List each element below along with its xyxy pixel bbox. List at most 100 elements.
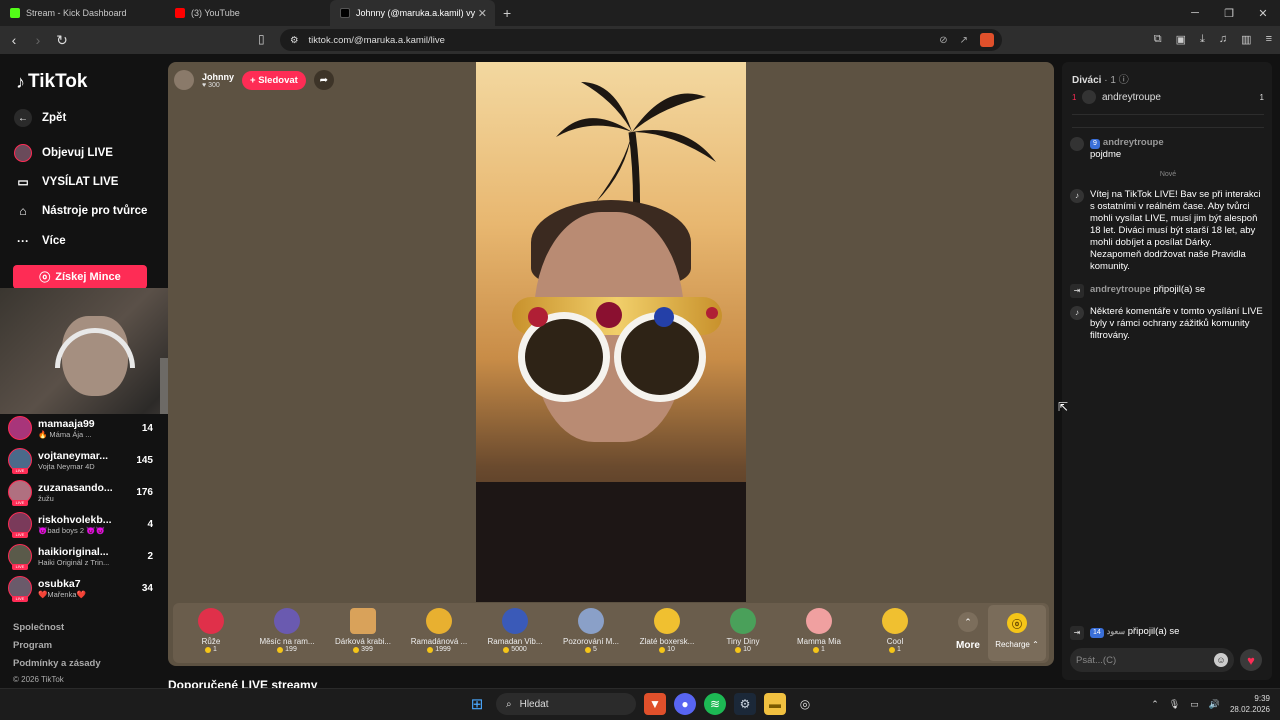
file-explorer-icon[interactable]: ▬ (764, 693, 786, 715)
join-text: připojil(a) se (1153, 284, 1206, 295)
window-close-button[interactable]: ✕ (1246, 0, 1280, 26)
footer-link-company[interactable]: Společnost (13, 622, 64, 633)
obs-icon[interactable]: ◎ (794, 693, 816, 715)
chat-input[interactable]: Psát...(C) ☺ (1070, 648, 1234, 672)
microphone-icon[interactable]: 🎙 (1169, 699, 1180, 710)
steam-icon[interactable]: ⚙ (734, 693, 756, 715)
extensions-icon[interactable]: ⧉ (1154, 33, 1162, 46)
following-sub: Vojta Neymar 4D (38, 461, 95, 471)
nav-discover-live[interactable]: Objevuj LIVE (14, 144, 113, 162)
live-stream-player[interactable]: Johnny ♥ 300 + Sledovat ➦ Růže 1 Měsíc na… (168, 62, 1054, 666)
gift-name: Ramadan Vib... (487, 637, 543, 646)
footer-link-terms[interactable]: Podmínky a zásady (13, 658, 101, 669)
clock[interactable]: 9:39 28.02.2026 (1230, 693, 1270, 715)
sidebar-toggle-icon[interactable]: ▥ (1241, 33, 1251, 46)
gift-item[interactable]: Ramadánová ... 1999 (401, 603, 477, 663)
top-viewer-row[interactable]: 1 andreytroupe 1 (1072, 90, 1264, 104)
share-arrow-icon[interactable]: ➦ (313, 70, 334, 90)
reload-icon[interactable]: ↻ (52, 32, 72, 49)
hand-gift-icon (806, 608, 832, 634)
new-tab-button[interactable]: + (503, 5, 511, 21)
like-heart-button[interactable]: ♥ (1240, 649, 1262, 671)
gift-price: 10 (743, 646, 751, 653)
footer-link-program[interactable]: Program (13, 640, 52, 651)
copyright: © 2026 TikTok (13, 675, 64, 684)
minimize-button[interactable]: ─ (1178, 0, 1212, 26)
get-coins-button[interactable]: ⓞ Získej Mince (13, 265, 147, 289)
nav-go-live[interactable]: ▭ VYSÍLAT LIVE (14, 173, 118, 191)
back-link[interactable]: ← Zpět (14, 109, 66, 127)
discord-icon[interactable]: ● (674, 693, 696, 715)
spotify-icon[interactable]: ≋ (704, 693, 726, 715)
gift-item[interactable]: Mamma Mia 1 (781, 603, 857, 663)
gift-item[interactable]: Měsíc na ram... 199 (249, 603, 325, 663)
media-off-icon[interactable]: ⊘ (939, 35, 947, 46)
forward-arrow-icon[interactable]: › (28, 32, 48, 48)
gem (596, 302, 622, 328)
gift-item[interactable]: Ramadan Vib... 5000 (477, 603, 553, 663)
live-badge: LIVE (12, 596, 28, 602)
browser-tab-tiktok[interactable]: Johnny (@maruka.a.kamil) vy ✕ (330, 0, 495, 26)
lantern-gift-icon (426, 608, 452, 634)
tiktok-note-icon: ♪ (1070, 306, 1084, 320)
windows-start-icon[interactable]: ⊞ (466, 693, 488, 715)
following-item[interactable]: mamaaja99 🔥 Máma Ája ... 14 (8, 416, 153, 440)
restore-button[interactable]: ❐ (1212, 0, 1246, 26)
browser-tab-kick[interactable]: Stream - Kick Dashboard (0, 0, 165, 26)
chevron-up-icon[interactable]: ⌃ (1151, 699, 1159, 710)
tiktok-favicon-icon (340, 8, 350, 18)
taskbar-search[interactable]: ⌕ Hledat (496, 693, 636, 715)
system-tray: ⌃ 🎙 ▭ 🔊 9:39 28.02.2026 (1151, 693, 1270, 715)
following-item[interactable]: LIVE riskohvolekb... 😈bad boys 2 😈😈 4 (8, 512, 153, 538)
download-icon[interactable]: ⤓ (1200, 33, 1205, 46)
chat-username[interactable]: andreytroupe (1103, 137, 1164, 148)
stream-video[interactable] (476, 62, 746, 602)
gift-name: Zlaté boxersk... (639, 637, 695, 646)
brave-shield-icon[interactable] (980, 33, 994, 47)
gift-item[interactable]: Tiny Diny 10 (705, 603, 781, 663)
url-text[interactable]: tiktok.com/@maruka.a.kamil/live (309, 35, 445, 46)
following-item[interactable]: LIVE vojtaneymar... Vojta Neymar 4D 145 (8, 448, 153, 474)
nav-creator-tools[interactable]: ⌂ Nástroje pro tvůrce (14, 202, 147, 220)
gift-item[interactable]: Cool 1 (857, 603, 933, 663)
recharge-label: Recharge ⌃ (995, 640, 1039, 649)
menu-icon[interactable]: ≡ (1266, 33, 1272, 46)
following-item[interactable]: LIVE zuzanasando... žužu 176 (8, 480, 153, 506)
chat-username[interactable]: سعود (1107, 627, 1125, 636)
following-item[interactable]: LIVE osubka7 ❤️Mařenka❤️ 34 (8, 576, 153, 602)
network-icon[interactable]: ▭ (1190, 699, 1199, 710)
close-tab-icon[interactable]: ✕ (478, 7, 487, 20)
streamer-name[interactable]: Johnny (202, 72, 234, 82)
kick-favicon-icon (10, 8, 20, 18)
emoji-icon[interactable]: ☺ (1214, 653, 1228, 667)
info-icon[interactable]: ⓘ (1119, 75, 1129, 86)
site-info-icon[interactable]: ⚙ (290, 35, 299, 46)
browser-tab-youtube[interactable]: (3) YouTube (165, 0, 330, 26)
coins-label: Získej Mince (55, 271, 121, 283)
chat-message[interactable]: 9 andreytroupe pojdme (1070, 137, 1264, 161)
nav-more[interactable]: ··· Více (14, 232, 66, 250)
music-icon[interactable]: ♫ (1219, 33, 1227, 46)
url-bar[interactable]: ⚙ tiktok.com/@maruka.a.kamil/live ⊘ ↗ (280, 29, 1002, 51)
bookmark-icon[interactable]: ▯ (258, 32, 265, 46)
tiktok-logo[interactable]: ♪ TikTok (16, 71, 87, 93)
brave-browser-icon[interactable]: ▼ (644, 693, 666, 715)
back-arrow-icon[interactable]: ‹ (4, 32, 24, 48)
gift-item[interactable]: Růže 1 (173, 603, 249, 663)
tiktok-note-icon: ♪ (16, 71, 25, 92)
viewer-count: 4 (147, 518, 153, 530)
streamer-avatar[interactable] (174, 70, 194, 90)
recharge-button[interactable]: ⓞ Recharge ⌃ (988, 605, 1046, 661)
share-icon[interactable]: ↗ (960, 35, 968, 46)
camera-icon: ▭ (17, 175, 29, 189)
gift-item[interactable]: Zlaté boxersk... 10 (629, 603, 705, 663)
chat-text: pojdme (1090, 149, 1122, 160)
back-arrow-icon: ← (14, 109, 32, 127)
wallet-icon[interactable]: ▣ (1176, 33, 1186, 46)
gift-item[interactable]: Dárková krabi... 399 (325, 603, 401, 663)
following-item[interactable]: LIVE haikioriginal... Haiki Originál z Tr… (8, 544, 153, 570)
chat-username[interactable]: andreytroupe (1090, 284, 1151, 295)
volume-icon[interactable]: 🔊 (1209, 699, 1220, 710)
gift-item[interactable]: Pozorování M... 5 (553, 603, 629, 663)
follow-button[interactable]: + Sledovat (242, 70, 306, 90)
